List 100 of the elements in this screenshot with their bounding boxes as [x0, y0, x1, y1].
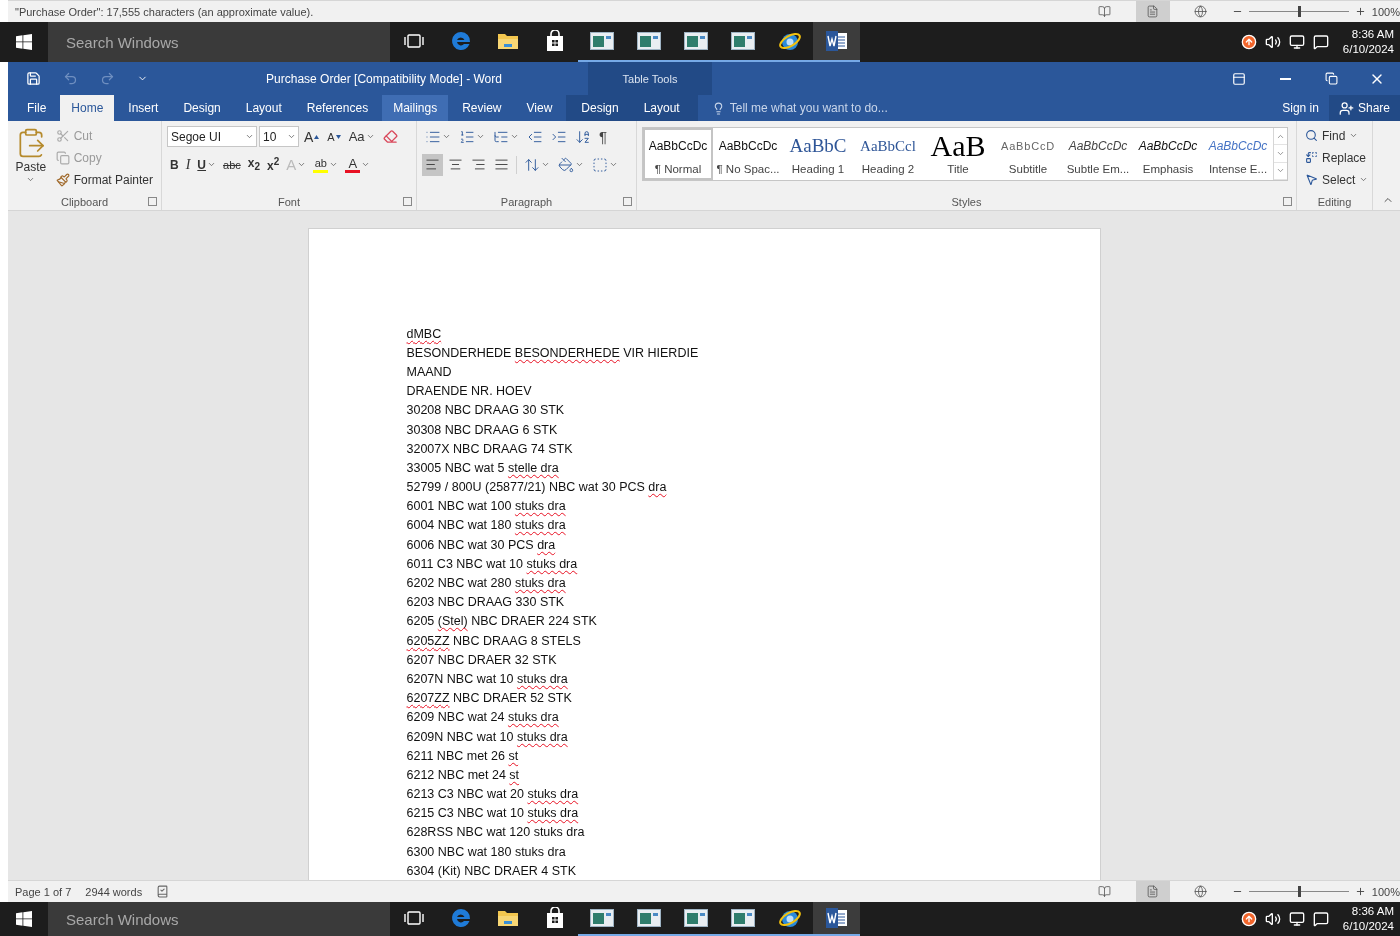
select-button[interactable]: Select — [1302, 169, 1372, 190]
ribbon-tab[interactable]: Insert — [117, 95, 170, 121]
task-view-icon — [403, 33, 424, 49]
update-icon[interactable] — [1240, 911, 1257, 927]
network-icon[interactable] — [1288, 911, 1305, 927]
ribbon-tab[interactable]: References — [295, 95, 380, 121]
caret-icon — [609, 160, 618, 169]
clock-date[interactable]: 6/10/2024 — [1342, 42, 1394, 57]
font-color-button[interactable]: A — [342, 153, 374, 176]
superscript-button[interactable]: x$^{2}$ — [264, 153, 283, 176]
app-window-icon — [683, 909, 708, 927]
document-text: 6212 NBC met 24 — [406, 767, 507, 782]
caret-icon — [26, 175, 36, 184]
network-icon[interactable] — [1288, 34, 1305, 50]
justify-icon — [494, 157, 509, 172]
app-window-icon — [730, 32, 755, 50]
notifications-icon[interactable] — [1312, 911, 1329, 927]
volume-icon[interactable] — [1264, 911, 1281, 927]
zoom-in-icon[interactable] — [1354, 886, 1366, 897]
dialog-launcher-button[interactable] — [1283, 197, 1292, 206]
style-option[interactable]: AaBbCcDc ¶ Normal — [643, 128, 713, 180]
share-button[interactable]: Share — [1328, 95, 1400, 121]
italic-button[interactable]: I — [182, 153, 194, 176]
find-button[interactable]: Find — [1302, 125, 1372, 146]
align-right-icon — [471, 157, 486, 172]
format-painter-button[interactable]: Format Painter — [52, 169, 156, 190]
ribbon-tab[interactable]: File — [16, 95, 58, 121]
tell-me-field[interactable]: Tell me what you want to do... — [729, 101, 888, 115]
change-case-button[interactable]: Aa — [345, 125, 378, 148]
grow-font-button[interactable]: A — [301, 125, 323, 148]
print-layout-button[interactable] — [1135, 1, 1170, 22]
ribbon-tab[interactable]: Layout — [234, 95, 293, 121]
document-text: st — [508, 748, 519, 763]
align-left-button[interactable] — [422, 153, 443, 176]
page-count[interactable]: Page 1 of 7 — [15, 885, 72, 898]
ribbon-tab[interactable]: Review — [451, 95, 513, 121]
paste-button[interactable]: Paste — [13, 125, 49, 189]
dialog-launcher-button[interactable] — [403, 197, 412, 206]
update-icon[interactable] — [1240, 34, 1257, 50]
document-text: stuks dra — [507, 710, 559, 725]
replace-button[interactable]: Replace — [1302, 147, 1372, 168]
highlight-button[interactable]: ab — [310, 153, 342, 176]
group-label: Styles — [951, 195, 982, 208]
font-size-field[interactable]: 10 — [259, 126, 299, 147]
save-icon[interactable] — [26, 71, 41, 86]
show-marks-button[interactable]: ¶ — [596, 125, 611, 148]
clock-time[interactable]: 8:36 AM — [1351, 904, 1394, 919]
document-text: VIR HIERDIE — [622, 345, 699, 360]
ribbon-tab[interactable]: Design — [172, 95, 232, 121]
print-layout-button[interactable] — [1135, 881, 1170, 902]
word-app-icon — [825, 31, 848, 51]
line-spacing-icon — [524, 156, 540, 173]
underline-button[interactable]: U — [194, 153, 219, 176]
sign-in-link[interactable]: Sign in — [1272, 95, 1329, 121]
zoom-level[interactable]: 100% — [1371, 885, 1400, 898]
align-left-icon — [425, 157, 440, 172]
windows-logo-icon — [16, 911, 32, 927]
bold-button[interactable]: B — [167, 153, 182, 176]
app-window-icon — [589, 32, 614, 50]
document-text: 6001 NBC wat 100 — [406, 499, 513, 514]
strikethrough-button[interactable]: abc — [220, 153, 244, 176]
scissors-icon — [55, 128, 70, 143]
shrink-font-button[interactable]: A — [324, 125, 344, 148]
search-field[interactable]: Search Windows — [48, 22, 390, 62]
contextual-tab[interactable]: Layout — [632, 95, 691, 121]
ribbon-tab[interactable]: View — [515, 95, 564, 121]
word-count[interactable]: 2944 words — [85, 885, 143, 898]
clock-time[interactable]: 8:36 AM — [1351, 27, 1394, 42]
taskbar-app-button[interactable] — [813, 902, 860, 936]
document-text: 6211 NBC met 26 — [406, 748, 506, 763]
document-text: BESONDERHEDE — [406, 345, 513, 360]
panel-icon — [1232, 71, 1246, 86]
notifications-icon[interactable] — [1312, 34, 1329, 50]
contextual-tab[interactable]: Design — [570, 95, 630, 121]
volume-icon[interactable] — [1264, 34, 1281, 50]
zoom-in-icon[interactable] — [1354, 6, 1366, 17]
document-text: st — [509, 767, 520, 782]
zoom-level[interactable]: 100% — [1371, 5, 1400, 18]
app-window-icon — [636, 909, 661, 927]
proofing-icon[interactable] — [156, 885, 170, 898]
caret-icon — [245, 132, 254, 141]
document-text: BESONDERHEDE — [514, 345, 620, 360]
document-text: dra — [648, 480, 667, 495]
zoom-thumb[interactable] — [1297, 6, 1301, 17]
font-name-field[interactable]: Segoe UI — [167, 126, 257, 147]
task-view-icon — [403, 910, 424, 926]
search-field[interactable]: Search Windows — [48, 902, 390, 936]
taskbar-app-button[interactable] — [813, 22, 860, 62]
document-text: stelle dra — [507, 460, 559, 475]
ribbon-tab[interactable]: Mailings — [382, 95, 449, 121]
copy-icon — [55, 150, 70, 165]
caret-icon — [329, 160, 339, 169]
ribbon-tab[interactable]: Home — [60, 95, 115, 121]
dialog-launcher-button[interactable] — [623, 197, 632, 206]
dialog-launcher-button[interactable] — [148, 197, 157, 206]
page-icon — [1146, 885, 1160, 898]
store-bag-icon — [544, 907, 565, 929]
clock-date[interactable]: 6/10/2024 — [1342, 919, 1394, 934]
subscript-button[interactable]: x$_{2}$ — [244, 153, 263, 176]
zoom-thumb[interactable] — [1297, 886, 1301, 897]
